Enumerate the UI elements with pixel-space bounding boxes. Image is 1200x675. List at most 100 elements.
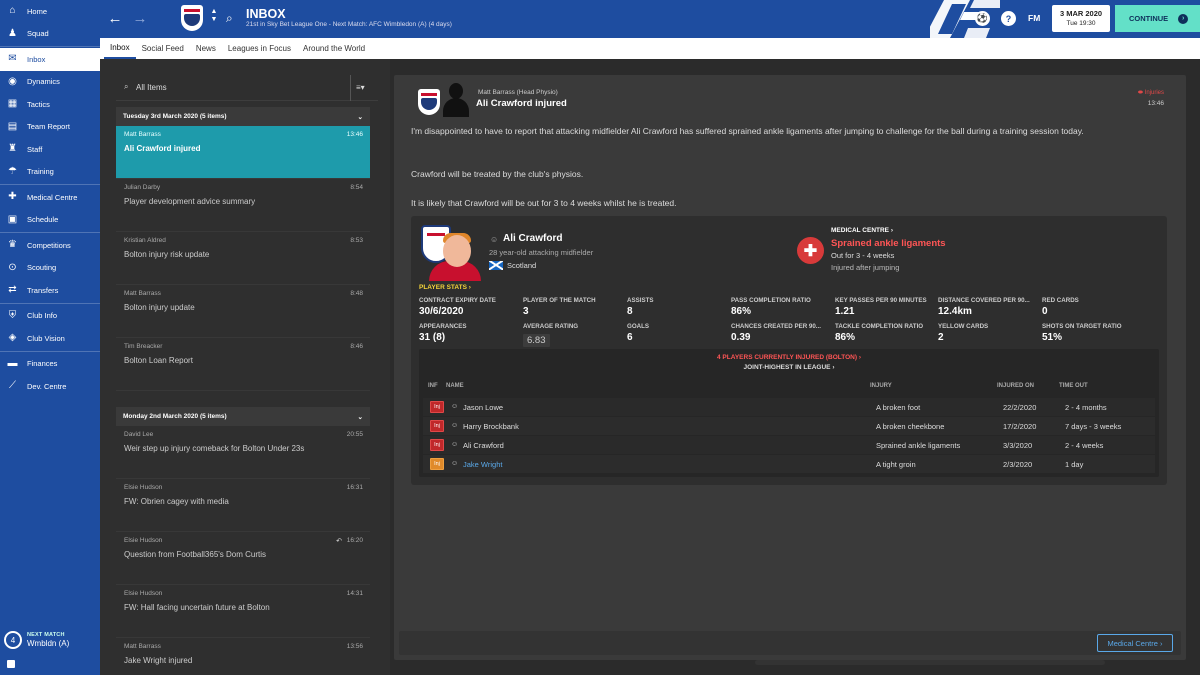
player-portrait[interactable]	[419, 223, 481, 281]
message-list-item[interactable]: Kristian Aldred 8:53 Bolton injury risk up…	[116, 232, 370, 285]
sender-avatar[interactable]	[440, 81, 472, 117]
stat-label: CHANCES CREATED PER 90...	[731, 323, 821, 330]
sidebar-item-training[interactable]: ☂ Training	[0, 161, 100, 184]
sidebar-item-staff[interactable]: ♜ Staff	[0, 138, 100, 161]
message-list-item[interactable]: Elsie Hudson 16:31 FW: Obrien cagey with m…	[116, 479, 370, 532]
group-gap	[116, 391, 370, 407]
stat-value: 6.83	[523, 334, 550, 347]
search-icon[interactable]: ⌕	[226, 11, 240, 25]
club-crest	[418, 89, 440, 115]
page-subtitle[interactable]: 21st in Sky Bet League One - Next Match:…	[246, 21, 452, 28]
filter-dropdown[interactable]: All Items	[136, 83, 167, 92]
injury-table-row[interactable]: Inj ☺ Ali Crawford Sprained ankle ligaments…	[423, 436, 1155, 454]
tab-leagues-in-focus[interactable]: Leagues in Focus	[222, 38, 297, 59]
message-list-item[interactable]: Matt Barrass 8:48 Bolton injury update	[116, 285, 370, 338]
col-header-inf[interactable]: INF	[428, 383, 438, 389]
sidebar-collapse-icon[interactable]	[7, 660, 15, 668]
tab-inbox[interactable]: Inbox	[104, 38, 136, 59]
message-list-item[interactable]: Matt Barrass 13:56 Jake Wright injured	[116, 638, 370, 675]
sidebar-item-transfers[interactable]: ⇄ Transfers	[0, 279, 100, 302]
club-switch-icon[interactable]: ▲ ▼	[210, 8, 218, 24]
message-from: Tim Breacker	[124, 343, 163, 350]
message-subject: Bolton injury update	[124, 303, 195, 312]
sidebar-item-schedule[interactable]: ▣ Schedule	[0, 209, 100, 232]
sidebar-item-competitions[interactable]: ♛ Competitions	[0, 234, 100, 257]
sidebar: ⌂ Home ♟ Squad ✉ Inbox ◉ Dynamics ▦ Tactics ▤ Team …	[0, 0, 100, 675]
stat-label: AVERAGE RATING	[523, 323, 579, 330]
search-icon[interactable]: ⌕	[124, 82, 128, 92]
stat-tackle-completion-ratio: TACKLE COMPLETION RATIO 86%	[835, 323, 937, 343]
message-group-header[interactable]: Tuesday 3rd March 2020 (5 items) ⌄	[116, 107, 370, 126]
sidebar-item-label: Staff	[27, 144, 43, 154]
stat-appearances: APPEARANCES 31 (8)	[419, 323, 521, 343]
injury-table-row[interactable]: Inj ☺ Harry Brockbank A broken cheekbone 17/…	[423, 417, 1155, 435]
message-sender[interactable]: Matt Barrass (Head Physio)	[478, 89, 558, 96]
sidebar-item-tactics[interactable]: ▦ Tactics	[0, 93, 100, 116]
sidebar-item-team-report[interactable]: ▤ Team Report	[0, 116, 100, 139]
message-list-item[interactable]: David Lee 20:55 Weir step up injury comeba…	[116, 426, 370, 479]
player-name[interactable]: ☺ Ali Crawford	[490, 233, 562, 244]
sidebar-item-club-vision[interactable]: ◈ Club Vision	[0, 327, 100, 350]
injured-player-name[interactable]: Harry Brockbank	[463, 422, 519, 431]
sidebar-item-dev-centre[interactable]: ⟋ Dev. Centre	[0, 375, 100, 398]
message-list-item[interactable]: Julian Darby 8:54 Player development advic…	[116, 179, 370, 232]
dynamics-icon: ◉	[8, 75, 17, 87]
time-out: 2 - 4 months	[1065, 403, 1107, 412]
tab-news[interactable]: News	[190, 38, 222, 59]
injured-on-date: 2/3/2020	[1003, 460, 1033, 469]
back-arrow-icon[interactable]: ←	[106, 9, 124, 27]
injury-table-row[interactable]: Inj ☺ Jason Lowe A broken foot 22/2/2020 2 - …	[423, 398, 1155, 416]
message-list-item[interactable]: Elsie Hudson 14:31 FW: Hall facing uncerta…	[116, 585, 370, 638]
message-list-item[interactable]: Matt Barrass 13:46 Ali Crawford injured	[116, 126, 370, 179]
message-list-item[interactable]: Tim Breacker 8:46 Bolton Loan Report	[116, 338, 370, 391]
injured-player-name[interactable]: Jason Lowe	[463, 403, 503, 412]
sidebar-item-inbox[interactable]: ✉ Inbox	[0, 48, 100, 71]
sidebar-item-squad[interactable]: ♟ Squad	[0, 23, 100, 46]
sidebar-divider	[0, 302, 100, 304]
message-paragraph: Crawford will be treated by the club's p…	[411, 169, 584, 179]
sidebar-item-label: Competitions	[27, 240, 71, 250]
message-list-item[interactable]: Elsie Hudson ↶ 16:20 Question from Football…	[116, 532, 370, 585]
sidebar-item-dynamics[interactable]: ◉ Dynamics	[0, 71, 100, 94]
player-nationality[interactable]: Scotland	[507, 261, 536, 270]
sidebar-item-scouting[interactable]: ⊙ Scouting	[0, 257, 100, 280]
medical-centre-link[interactable]: MEDICAL CENTRE ›	[831, 227, 893, 234]
col-header-name[interactable]: NAME	[446, 383, 464, 389]
tab-social-feed[interactable]: Social Feed	[136, 38, 190, 59]
stat-label: DISTANCE COVERED PER 90...	[938, 297, 1030, 304]
league-rank-link[interactable]: JOINT-HIGHEST IN LEAGUE ›	[419, 364, 1159, 371]
date-display[interactable]: 3 MAR 2020 Tue 19:30	[1052, 5, 1110, 32]
medical-centre-button[interactable]: Medical Centre ›	[1097, 634, 1173, 652]
club-crest[interactable]	[181, 5, 203, 31]
col-header-injury[interactable]: INJURY	[870, 383, 892, 389]
sidebar-item-label: Dev. Centre	[27, 381, 67, 391]
tab-around-the-world[interactable]: Around the World	[297, 38, 371, 59]
injury-type: Sprained ankle ligaments	[876, 441, 961, 450]
help-icon[interactable]: ?	[1001, 11, 1016, 26]
continue-button[interactable]: CONTINUE ›	[1115, 5, 1200, 32]
sidebar-item-finances[interactable]: ▬ Finances	[0, 353, 100, 376]
sidebar-item-home[interactable]: ⌂ Home	[0, 0, 100, 23]
home-icon: ⌂	[9, 5, 16, 16]
horizontal-scrollbar[interactable]	[755, 660, 1105, 665]
col-header-time-out[interactable]: TIME OUT	[1059, 383, 1088, 389]
player-stats-link[interactable]: PLAYER STATS ›	[419, 284, 471, 291]
category-tag[interactable]: ⬬ Injuries	[1138, 90, 1164, 97]
message-paragraph: I'm disappointed to have to report that …	[411, 126, 1084, 136]
col-header-injured-on[interactable]: INJURED ON	[997, 383, 1034, 389]
fm-menu[interactable]: FM	[1028, 13, 1040, 23]
forward-arrow-icon[interactable]: →	[131, 9, 149, 27]
ball-icon[interactable]: ⚽	[975, 11, 990, 26]
injured-player-name[interactable]: Jake Wright	[463, 460, 502, 469]
injured-count-link[interactable]: 4 PLAYERS CURRENTLY INJURED (BOLTON) ›	[419, 354, 1159, 361]
sidebar-item-medical-centre[interactable]: ✚ Medical Centre	[0, 186, 100, 209]
injured-player-name[interactable]: Ali Crawford	[463, 441, 504, 450]
list-menu-icon[interactable]: ≡▾	[356, 83, 365, 92]
person-icon: ☺	[451, 460, 459, 467]
next-match-widget[interactable]: 4 NEXT MATCH Wmbldn (A)	[0, 626, 100, 656]
sidebar-item-club-info[interactable]: ⛨ Club Info	[0, 305, 100, 328]
injury-table-row[interactable]: Inj ☺ Jake Wright A tight groin 2/3/2020 1 da…	[423, 455, 1155, 473]
sidebar-item-label: Dynamics	[27, 77, 60, 87]
player-description: 28 year-old attacking midfielder	[489, 248, 594, 257]
message-group-header[interactable]: Monday 2nd March 2020 (5 items) ⌄	[116, 407, 370, 426]
